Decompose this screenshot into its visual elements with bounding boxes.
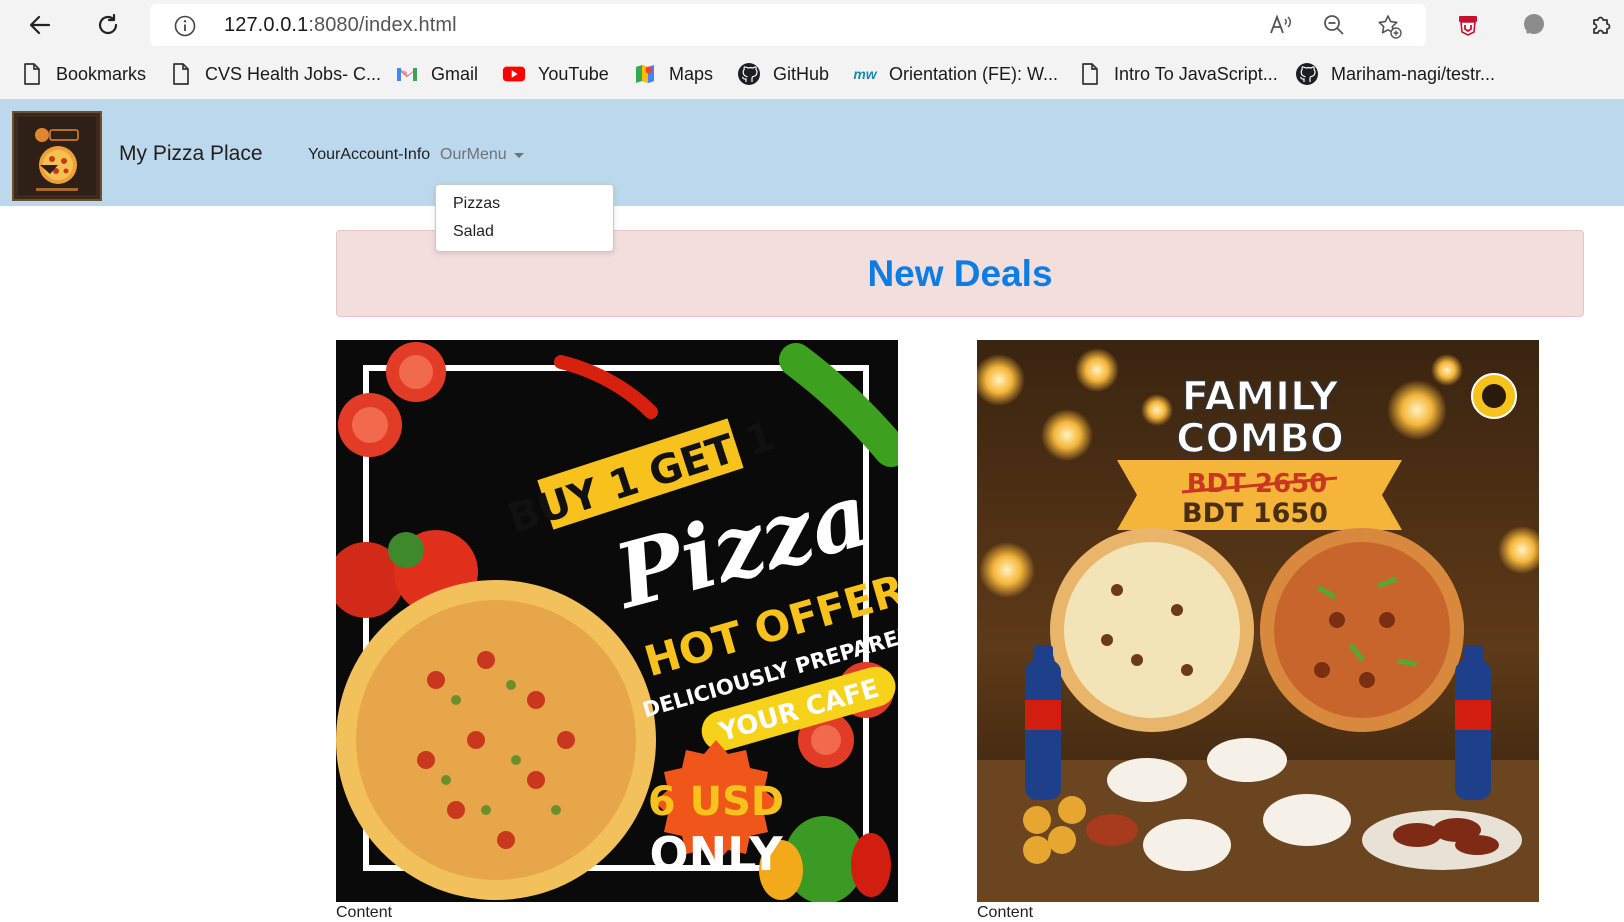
back-arrow-icon[interactable] <box>22 7 58 43</box>
bookmark-cvs-health[interactable]: CVS Health Jobs- C... <box>169 60 381 88</box>
profile-icon[interactable] <box>1516 7 1552 43</box>
buy-one-get-one-pizza-image[interactable]: BUY 1 GET 1 Pizza HOT OFFER DELICIOUSLY … <box>336 340 898 902</box>
brand-name[interactable]: My Pizza Place <box>119 142 263 166</box>
bookmark-youtube[interactable]: YouTube <box>502 60 609 88</box>
gmail-icon <box>395 62 419 86</box>
page-icon <box>1078 62 1102 86</box>
url-text: 127.0.0.1:8080/index.html <box>224 14 457 36</box>
family-combo-image[interactable]: FAMILY COMBO BDT 2650 BDT 1650 <box>977 340 1539 902</box>
github-icon <box>737 62 761 86</box>
pizza-logo[interactable] <box>12 111 102 201</box>
our-menu-dropdown: Pizzas Salad <box>435 184 614 252</box>
bookmark-orientation[interactable]: mw Orientation (FE): W... <box>853 60 1058 88</box>
page-icon <box>169 62 193 86</box>
youtube-icon <box>502 62 526 86</box>
svg-text:FAMILY: FAMILY <box>1182 374 1340 420</box>
bookmark-intro-javascript[interactable]: Intro To JavaScript... <box>1078 60 1278 88</box>
bookmark-bookmarks[interactable]: Bookmarks <box>20 60 146 88</box>
nav-link-account-info[interactable]: YourAccount-Info <box>308 146 430 164</box>
svg-text:ONLY: ONLY <box>649 827 783 881</box>
read-aloud-icon[interactable] <box>1268 13 1294 42</box>
bookmark-gmail[interactable]: Gmail <box>395 60 478 88</box>
caret-down-icon <box>513 153 524 158</box>
mw-icon: mw <box>853 66 877 82</box>
add-favorite-icon[interactable] <box>1376 13 1402 44</box>
bookmarks-bar: Bookmarks CVS Health Jobs- C... Gmail Yo… <box>0 50 1624 100</box>
browser-toolbar: 127.0.0.1:8080/index.html <box>0 0 1624 50</box>
card-caption: Content <box>977 904 1034 921</box>
maps-icon <box>633 62 657 86</box>
bookmark-maps[interactable]: Maps <box>633 60 713 88</box>
extension-shield-icon[interactable] <box>1450 7 1486 43</box>
bookmark-github[interactable]: GitHub <box>737 60 829 88</box>
github-icon <box>1295 62 1319 86</box>
dropdown-item-pizzas[interactable]: Pizzas <box>453 195 500 213</box>
deal-card[interactable]: FAMILY COMBO BDT 2650 BDT 1650 <box>977 340 1539 922</box>
site-navbar: My Pizza Place YourAccount-Info OurMenu <box>0 100 1624 206</box>
svg-text:BDT 1650: BDT 1650 <box>1182 498 1328 529</box>
dropdown-item-salad[interactable]: Salad <box>453 223 494 241</box>
deal-card[interactable]: BUY 1 GET 1 Pizza HOT OFFER DELICIOUSLY … <box>336 340 898 922</box>
address-bar[interactable]: 127.0.0.1:8080/index.html <box>150 4 1426 46</box>
zoom-out-icon[interactable] <box>1322 13 1346 42</box>
svg-text:COMBO: COMBO <box>1176 416 1344 462</box>
site-info-icon[interactable] <box>174 15 196 42</box>
page-heading: New Deals <box>867 252 1053 294</box>
nav-dropdown-our-menu[interactable]: OurMenu <box>440 146 524 164</box>
page-icon <box>20 62 44 86</box>
bookmark-mariham-nagi[interactable]: Mariham-nagi/testr... <box>1295 60 1495 88</box>
card-caption: Content <box>336 904 393 921</box>
extensions-puzzle-icon[interactable] <box>1584 7 1620 43</box>
svg-text:6 USD: 6 USD <box>648 779 784 825</box>
refresh-icon[interactable] <box>90 7 126 43</box>
